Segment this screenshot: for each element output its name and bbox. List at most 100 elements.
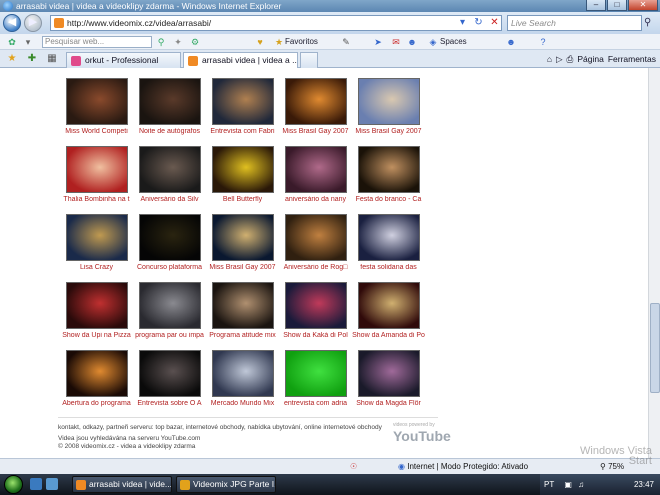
- pencil-icon[interactable]: ✎: [340, 36, 352, 48]
- video-caption[interactable]: Noite de autógrafos: [133, 128, 206, 135]
- help-icon[interactable]: ?: [537, 36, 549, 48]
- video-item[interactable]: Entrevista sobre O A: [133, 350, 206, 418]
- messenger-icon[interactable]: ☻: [406, 36, 418, 48]
- video-caption[interactable]: Show da Magda Flôr: [352, 400, 425, 407]
- video-caption[interactable]: Miss Brasil Gay 2007: [352, 128, 425, 135]
- video-item[interactable]: Show da Upi na Pizza: [60, 282, 133, 350]
- video-thumbnail[interactable]: [284, 350, 347, 397]
- address-bar[interactable]: http://www.videomix.cz/videa/arrasabi/: [50, 15, 502, 31]
- video-caption[interactable]: Show da Upi na Pizza: [60, 332, 133, 339]
- close-button[interactable]: ✕: [628, 0, 658, 11]
- video-caption[interactable]: Entrevista sobre O A: [133, 400, 206, 407]
- video-item[interactable]: Noite de autógrafos: [133, 78, 206, 146]
- feeds-icon[interactable]: ▷: [556, 52, 563, 66]
- web-search-input[interactable]: Pesquisar web...: [42, 36, 152, 48]
- video-item[interactable]: programa par ou impa: [133, 282, 206, 350]
- video-item[interactable]: Miss Brasil Gay 2007: [352, 78, 425, 146]
- video-thumbnail[interactable]: [138, 350, 201, 397]
- video-thumbnail[interactable]: [211, 78, 274, 125]
- video-thumbnail[interactable]: [357, 146, 420, 193]
- video-thumbnail[interactable]: [65, 146, 128, 193]
- video-item[interactable]: Abertura do programa: [60, 350, 133, 418]
- stop-icon[interactable]: ✕: [488, 16, 501, 29]
- taskbar-item-arrasabi[interactable]: arrasabi videa | vide...: [72, 476, 172, 493]
- spaces-icon[interactable]: ◈: [427, 36, 439, 48]
- video-item[interactable]: Show da Magda Flôr: [352, 350, 425, 418]
- video-thumbnail[interactable]: [357, 78, 420, 125]
- youtube-logo[interactable]: videos powered by YouTube: [393, 422, 451, 448]
- tab-arrasabi[interactable]: arrasabi videa | videa a ...: [183, 52, 298, 68]
- video-item[interactable]: Bell Butterfly: [206, 146, 279, 214]
- video-item[interactable]: Thalia Bombinha na t: [60, 146, 133, 214]
- video-item[interactable]: Programa atitude mix: [206, 282, 279, 350]
- maximize-button[interactable]: □: [607, 0, 627, 11]
- video-item[interactable]: aniversário da nany: [279, 146, 352, 214]
- video-caption[interactable]: Aniversário de Rog□: [279, 264, 352, 271]
- video-item[interactable]: Aniversário de Rog□: [279, 214, 352, 282]
- video-thumbnail[interactable]: [65, 78, 128, 125]
- video-caption[interactable]: Miss World Competi: [60, 128, 133, 135]
- back-button[interactable]: ◀: [3, 14, 21, 32]
- video-thumbnail[interactable]: [138, 146, 201, 193]
- chevron-down-icon[interactable]: ▾: [22, 36, 34, 48]
- video-item[interactable]: Lisa Crazy: [60, 214, 133, 282]
- video-thumbnail[interactable]: [138, 282, 201, 329]
- refresh-icon[interactable]: ↻: [472, 16, 485, 29]
- video-caption[interactable]: Festa do branco - Ca: [352, 196, 425, 203]
- video-thumbnail[interactable]: [284, 282, 347, 329]
- home-icon[interactable]: ⌂: [547, 52, 552, 66]
- user-icon[interactable]: ☻: [505, 36, 517, 48]
- video-item[interactable]: Entrevista com Fabri: [206, 78, 279, 146]
- tools-menu[interactable]: Ferramentas: [608, 52, 656, 66]
- new-tab-button[interactable]: [300, 52, 318, 68]
- video-item[interactable]: Concurso plataforma: [133, 214, 206, 282]
- tab-list-icon[interactable]: ▦: [46, 53, 58, 65]
- video-caption[interactable]: Lisa Crazy: [60, 264, 133, 271]
- minimize-button[interactable]: –: [586, 0, 606, 11]
- video-item[interactable]: Show da Amanda di Po: [352, 282, 425, 350]
- gear-icon[interactable]: ⚙: [189, 36, 201, 48]
- video-thumbnail[interactable]: [357, 214, 420, 261]
- video-caption[interactable]: Aniversário da Silv: [133, 196, 206, 203]
- video-thumbnail[interactable]: [357, 282, 420, 329]
- video-item[interactable]: Festa do branco - Ca: [352, 146, 425, 214]
- video-caption[interactable]: Thalia Bombinha na t: [60, 196, 133, 203]
- network-icon[interactable]: ▣: [564, 480, 572, 489]
- video-item[interactable]: Miss World Competi: [60, 78, 133, 146]
- print-icon[interactable]: ⎙: [567, 52, 574, 66]
- video-item[interactable]: Miss Brasil Gay 2007: [206, 214, 279, 282]
- video-thumbnail[interactable]: [211, 282, 274, 329]
- video-caption[interactable]: Entrevista com Fabri: [206, 128, 279, 135]
- video-thumbnail[interactable]: [211, 350, 274, 397]
- language-indicator[interactable]: PT: [544, 480, 554, 489]
- volume-icon[interactable]: ♫: [578, 480, 584, 489]
- video-item[interactable]: Mercado Mundo Mix: [206, 350, 279, 418]
- mail-icon[interactable]: ✉: [390, 36, 402, 48]
- video-caption[interactable]: Show da Amanda di Po: [352, 332, 425, 339]
- video-caption[interactable]: Abertura do programa: [60, 400, 133, 407]
- start-button[interactable]: [4, 475, 23, 494]
- video-item[interactable]: Show da Kaká di Pol: [279, 282, 352, 350]
- star-icon[interactable]: ★: [273, 36, 285, 48]
- clock[interactable]: 23:47: [634, 474, 654, 495]
- page-menu[interactable]: Página: [577, 52, 603, 66]
- video-thumbnail[interactable]: [138, 78, 201, 125]
- scrollbar-thumb[interactable]: [650, 303, 660, 393]
- video-thumbnail[interactable]: [357, 350, 420, 397]
- video-thumbnail[interactable]: [284, 146, 347, 193]
- video-thumbnail[interactable]: [65, 350, 128, 397]
- video-caption[interactable]: programa par ou impa: [133, 332, 206, 339]
- video-item[interactable]: Aniversário da Silv: [133, 146, 206, 214]
- live-search-input[interactable]: Live Search: [507, 15, 642, 31]
- ie-quicklaunch-icon[interactable]: [46, 478, 58, 490]
- video-item[interactable]: Miss Brasil Gay 2007: [279, 78, 352, 146]
- video-thumbnail[interactable]: [284, 214, 347, 261]
- add-favorite-icon[interactable]: ✚: [26, 53, 38, 65]
- taskbar-item-videomix[interactable]: Videomix JPG Parte I...: [176, 476, 276, 493]
- video-thumbnail[interactable]: [138, 214, 201, 261]
- video-thumbnail[interactable]: [65, 214, 128, 261]
- video-caption[interactable]: Bell Butterfly: [206, 196, 279, 203]
- search-icon[interactable]: ⚲: [644, 17, 651, 28]
- video-item[interactable]: entrevista com adria: [279, 350, 352, 418]
- video-caption[interactable]: Miss Brasil Gay 2007: [206, 264, 279, 271]
